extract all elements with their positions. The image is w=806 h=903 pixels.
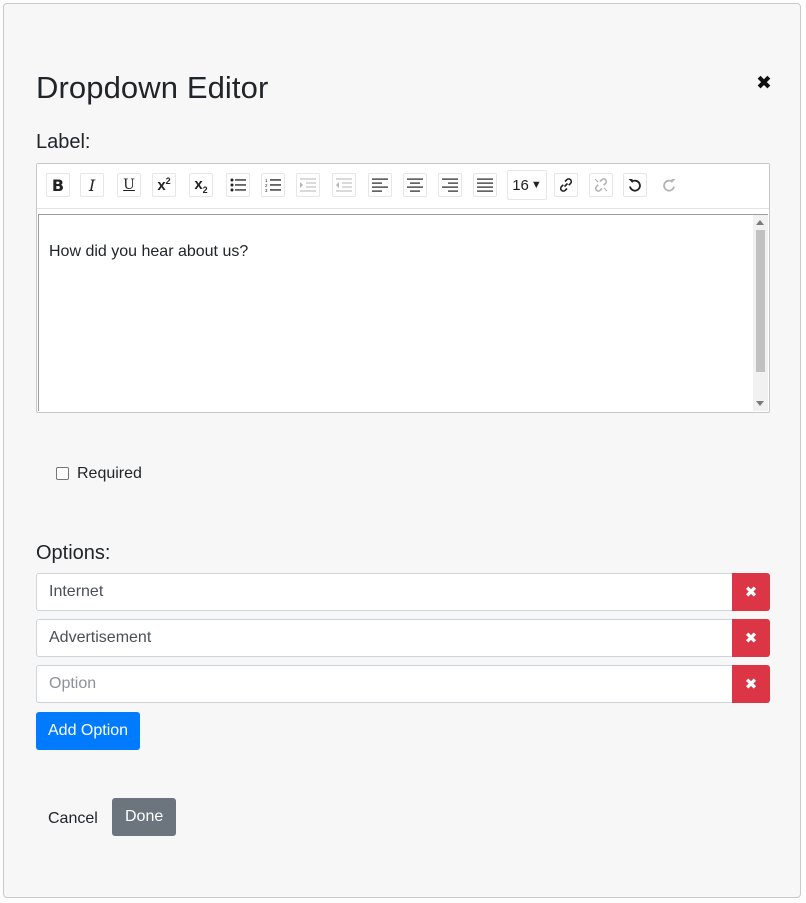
option-row: ✖: [36, 573, 770, 611]
svg-text:3: 3: [265, 188, 268, 192]
option-input[interactable]: [36, 573, 733, 611]
underline-icon[interactable]: U: [117, 173, 141, 197]
bold-icon[interactable]: B: [46, 173, 70, 197]
required-label: Required: [77, 465, 142, 482]
italic-icon[interactable]: I: [80, 173, 104, 197]
add-option-button[interactable]: Add Option: [36, 712, 141, 750]
indent-icon[interactable]: [296, 173, 320, 197]
delete-option-button[interactable]: ✖: [732, 619, 770, 657]
required-checkbox-row[interactable]: Required: [56, 465, 142, 483]
required-checkbox[interactable]: [56, 466, 69, 480]
option-row: ✖: [36, 619, 770, 657]
bullet-list-icon[interactable]: [226, 173, 250, 197]
scroll-down-icon[interactable]: [756, 401, 764, 406]
superscript-icon[interactable]: x2: [152, 173, 176, 197]
redo-icon[interactable]: [657, 173, 681, 197]
done-button[interactable]: Done: [112, 798, 177, 836]
close-icon: ✖: [744, 676, 758, 693]
scroll-thumb[interactable]: [756, 230, 765, 372]
options-heading: Options:: [36, 542, 111, 564]
dropdown-editor-modal: Dropdown Editor ✖ Label: B I U x2 x2 1 2…: [3, 3, 801, 898]
align-right-icon[interactable]: [438, 173, 462, 197]
editor-content-area[interactable]: How did you hear about us?: [38, 214, 768, 411]
editor-toolbar: B I U x2 x2 123 16 ▼: [37, 164, 769, 209]
close-icon: ✖: [744, 584, 758, 601]
unlink-icon[interactable]: [589, 173, 613, 197]
delete-option-button[interactable]: ✖: [732, 665, 770, 703]
scroll-up-icon[interactable]: [756, 220, 764, 225]
modal-title: Dropdown Editor: [36, 70, 269, 105]
chevron-down-icon: ▼: [530, 179, 542, 191]
undo-icon[interactable]: [623, 173, 647, 197]
option-input[interactable]: [36, 665, 733, 703]
cancel-button[interactable]: Cancel: [48, 800, 98, 838]
align-left-icon[interactable]: [368, 173, 392, 197]
link-icon[interactable]: [554, 173, 578, 197]
font-size-value: 16: [512, 176, 529, 194]
rich-text-editor: B I U x2 x2 123 16 ▼ How did you hear ab…: [36, 163, 770, 413]
justify-icon[interactable]: [473, 173, 497, 197]
label-heading: Label:: [36, 131, 91, 153]
numbered-list-icon[interactable]: 123: [261, 173, 285, 197]
editor-scrollbar[interactable]: [753, 215, 768, 411]
subscript-icon[interactable]: x2: [189, 173, 213, 197]
option-row: ✖: [36, 665, 770, 703]
close-icon[interactable]: ✖: [755, 73, 773, 94]
editor-text[interactable]: How did you hear about us?: [49, 243, 248, 261]
font-size-select[interactable]: 16 ▼: [507, 170, 547, 200]
align-center-icon[interactable]: [403, 173, 427, 197]
outdent-icon[interactable]: [332, 173, 356, 197]
delete-option-button[interactable]: ✖: [732, 573, 770, 611]
option-input[interactable]: [36, 619, 733, 657]
close-icon: ✖: [744, 630, 758, 647]
